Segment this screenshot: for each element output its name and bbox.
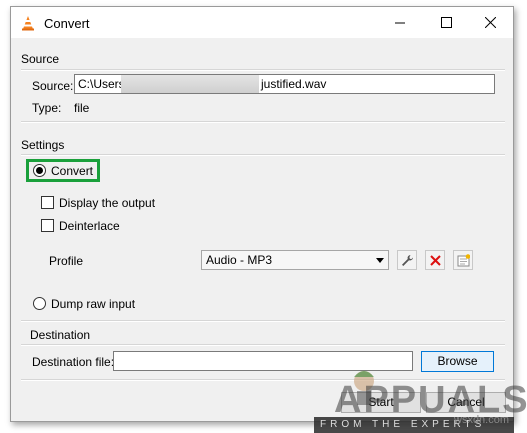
delete-profile-button[interactable] (425, 250, 445, 270)
destination-file-input[interactable] (113, 351, 413, 371)
profile-select[interactable]: Audio - MP3 (201, 250, 389, 270)
destination-divider (21, 344, 505, 346)
type-value: file (74, 101, 90, 115)
maximize-button[interactable] (423, 7, 469, 38)
title-bar: Convert (11, 7, 513, 38)
convert-label: Convert (51, 164, 94, 178)
display-output-label: Display the output (59, 196, 156, 210)
type-label: Type: (32, 101, 62, 115)
convert-radio[interactable] (33, 164, 46, 177)
site-tag: wsxdn.com (454, 414, 510, 426)
profile-selected-value: Audio - MP3 (206, 253, 273, 267)
display-output-checkbox[interactable] (41, 196, 54, 209)
redacted-path-segment (121, 75, 259, 93)
source-divider (21, 69, 505, 71)
maximize-icon (440, 17, 452, 28)
dump-raw-radio[interactable] (33, 297, 46, 310)
new-profile-button[interactable] (453, 250, 473, 270)
settings-bottom-divider (21, 320, 505, 322)
start-button[interactable]: Start (341, 392, 421, 413)
profile-label: Profile (49, 254, 84, 268)
deinterlace-label: Deinterlace (59, 219, 120, 233)
deinterlace-checkbox[interactable] (41, 219, 54, 232)
convert-dialog: Convert Source Source: C:\Users justifie… (10, 6, 514, 422)
browse-button[interactable]: Browse (421, 351, 494, 372)
close-button[interactable] (467, 7, 513, 38)
dump-raw-label: Dump raw input (51, 297, 136, 311)
chevron-down-icon (376, 258, 384, 263)
settings-group-title: Settings (21, 138, 65, 152)
edit-profile-button[interactable] (397, 250, 417, 270)
source-path-prefix: C:\Users (78, 77, 125, 91)
new-profile-icon (457, 253, 470, 266)
vlc-cone-icon (22, 16, 34, 31)
destination-file-label: Destination file: (32, 355, 115, 369)
close-icon (484, 17, 496, 28)
source-group-title: Source (21, 52, 60, 66)
settings-divider (21, 154, 505, 156)
cancel-button[interactable]: Cancel (426, 392, 506, 413)
delete-x-icon (429, 254, 441, 266)
minimize-icon (395, 22, 405, 23)
destination-bottom-divider (21, 379, 505, 381)
source-bottom-divider (21, 121, 505, 123)
source-label: Source: (32, 79, 74, 93)
destination-group-title: Destination (30, 328, 91, 342)
source-path-suffix: justified.wav (261, 77, 327, 91)
minimize-button[interactable] (377, 7, 423, 38)
wrench-icon (401, 254, 413, 266)
window-title: Convert (44, 16, 90, 31)
